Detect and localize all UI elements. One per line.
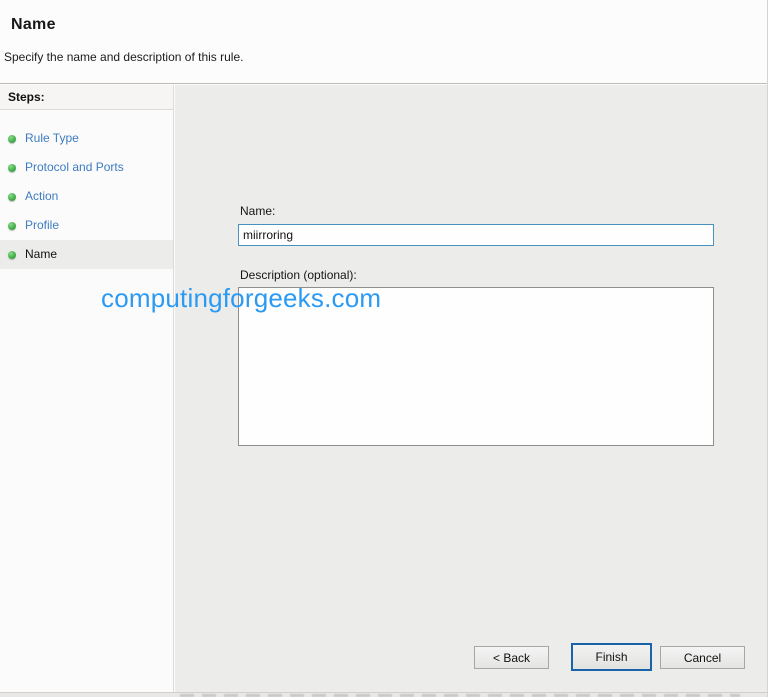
wizard-body: Steps: Rule Type Protocol and Ports Acti… [0,85,767,692]
step-completed-icon [8,164,16,172]
finish-button[interactable]: Finish [571,643,652,671]
sidebar-item-rule-type[interactable]: Rule Type [0,124,173,153]
steps-list: Rule Type Protocol and Ports Action Prof… [0,110,173,269]
cancel-button[interactable]: Cancel [660,646,745,669]
sidebar-item-label: Profile [25,218,60,232]
step-current-icon [8,251,16,259]
name-field-label: Name: [240,204,276,218]
bottom-edge-strip [0,692,767,697]
wizard-header: Name Specify the name and description of… [0,0,767,84]
steps-heading: Steps: [0,85,173,110]
page-subtitle: Specify the name and description of this… [4,50,244,64]
sidebar-item-label: Protocol and Ports [25,160,124,174]
step-completed-icon [8,193,16,201]
sidebar-item-label: Action [25,189,59,203]
page-title: Name [11,16,56,33]
sidebar-item-protocol-and-ports[interactable]: Protocol and Ports [0,153,173,182]
step-completed-icon [8,135,16,143]
firewall-rule-wizard-name-step: Name Specify the name and description of… [0,0,768,697]
back-button[interactable]: < Back [474,646,549,669]
sidebar-item-action[interactable]: Action [0,182,173,211]
step-completed-icon [8,222,16,230]
sidebar-item-profile[interactable]: Profile [0,211,173,240]
description-field-label: Description (optional): [240,268,357,282]
sidebar-item-label: Name [25,247,58,261]
sidebar-item-label: Rule Type [25,131,79,145]
rule-name-input[interactable] [238,224,714,246]
sidebar-item-name[interactable]: Name [0,240,173,269]
rule-description-textarea[interactable] [238,287,714,446]
steps-sidebar: Steps: Rule Type Protocol and Ports Acti… [0,85,174,692]
step-content-panel: Name: Description (optional): [175,85,767,692]
